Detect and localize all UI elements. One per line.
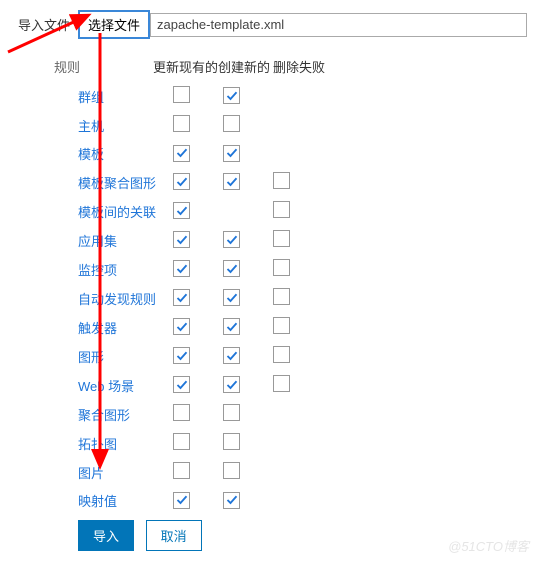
checkbox-c3[interactable] (273, 172, 290, 189)
watermark: @51CTO博客 (448, 536, 529, 555)
header-create: 创建新的 (218, 57, 273, 76)
rule-name: 图片 (78, 463, 173, 482)
rule-row: 图片 (78, 462, 527, 482)
rule-name: 应用集 (78, 231, 173, 250)
checkbox-c2[interactable] (223, 115, 240, 132)
checkbox-c1[interactable] (173, 318, 190, 335)
checkbox-c2[interactable] (223, 260, 240, 277)
rule-row: Web 场景 (78, 375, 527, 395)
checkbox-c1[interactable] (173, 462, 190, 479)
rule-row: 触发器 (78, 317, 527, 337)
checkbox-c3[interactable] (273, 375, 290, 392)
rule-name: 聚合图形 (78, 405, 173, 424)
checkbox-c2[interactable] (223, 347, 240, 364)
checkbox-c3[interactable] (273, 317, 290, 334)
checkbox-c2[interactable] (223, 289, 240, 306)
checkbox-c1[interactable] (173, 289, 190, 306)
checkbox-c3[interactable] (273, 201, 290, 218)
checkbox-c2[interactable] (223, 492, 240, 509)
rule-row: 模板间的关联 (78, 201, 527, 221)
import-file-row: 导入文件 选择文件 zapache-template.xml (10, 10, 527, 39)
rule-name: Web 场景 (78, 376, 173, 395)
checkbox-c2[interactable] (223, 462, 240, 479)
checkbox-c3[interactable] (273, 259, 290, 276)
rule-name: 拓扑图 (78, 434, 173, 453)
checkbox-c2[interactable] (223, 376, 240, 393)
checkbox-c1[interactable] (173, 404, 190, 421)
rule-name: 图形 (78, 347, 173, 366)
checkbox-c2[interactable] (223, 433, 240, 450)
rules-section-label: 规则 (20, 57, 80, 76)
rule-name: 监控项 (78, 260, 173, 279)
import-button[interactable]: 导入 (78, 520, 134, 551)
checkbox-c2[interactable] (223, 231, 240, 248)
rule-name: 触发器 (78, 318, 173, 337)
rule-name: 模板聚合图形 (78, 173, 173, 192)
checkbox-c1[interactable] (173, 145, 190, 162)
rules-header: 更新现有的 创建新的 删除失败 (153, 57, 527, 76)
rule-name: 模板 (78, 144, 173, 163)
checkbox-c1[interactable] (173, 492, 190, 509)
checkbox-c3[interactable] (273, 230, 290, 247)
rule-row: 群组 (78, 86, 527, 106)
cancel-button[interactable]: 取消 (146, 520, 202, 551)
checkbox-c1[interactable] (173, 173, 190, 190)
checkbox-c2[interactable] (223, 173, 240, 190)
rule-name: 映射值 (78, 491, 173, 510)
checkbox-c2[interactable] (223, 87, 240, 104)
checkbox-c1[interactable] (173, 376, 190, 393)
checkbox-c1[interactable] (173, 433, 190, 450)
file-name-display: zapache-template.xml (150, 13, 527, 37)
checkbox-c1[interactable] (173, 115, 190, 132)
checkbox-c2[interactable] (223, 318, 240, 335)
checkbox-c1[interactable] (173, 231, 190, 248)
import-file-label: 导入文件 (10, 15, 78, 34)
rule-name: 自动发现规则 (78, 289, 173, 308)
header-update: 更新现有的 (153, 57, 218, 76)
rule-row: 自动发现规则 (78, 288, 527, 308)
rule-name: 主机 (78, 116, 173, 135)
rules-container: 更新现有的 创建新的 删除失败 群组主机模板模板聚合图形模板间的关联应用集监控项… (78, 57, 527, 510)
checkbox-c3[interactable] (273, 346, 290, 363)
checkbox-c2[interactable] (223, 145, 240, 162)
rule-name: 群组 (78, 87, 173, 106)
checkbox-c1[interactable] (173, 202, 190, 219)
rule-row: 应用集 (78, 230, 527, 250)
rule-row: 映射值 (78, 491, 527, 510)
rule-row: 聚合图形 (78, 404, 527, 424)
checkbox-c1[interactable] (173, 86, 190, 103)
rule-row: 主机 (78, 115, 527, 135)
rule-row: 模板聚合图形 (78, 172, 527, 192)
checkbox-c1[interactable] (173, 347, 190, 364)
header-delete: 删除失败 (273, 57, 328, 76)
rule-row: 图形 (78, 346, 527, 366)
rule-row: 模板 (78, 144, 527, 163)
checkbox-c3[interactable] (273, 288, 290, 305)
rule-row: 拓扑图 (78, 433, 527, 453)
checkbox-c2[interactable] (223, 404, 240, 421)
checkbox-c1[interactable] (173, 260, 190, 277)
choose-file-button[interactable]: 选择文件 (78, 10, 150, 39)
rule-row: 监控项 (78, 259, 527, 279)
rule-name: 模板间的关联 (78, 202, 173, 221)
